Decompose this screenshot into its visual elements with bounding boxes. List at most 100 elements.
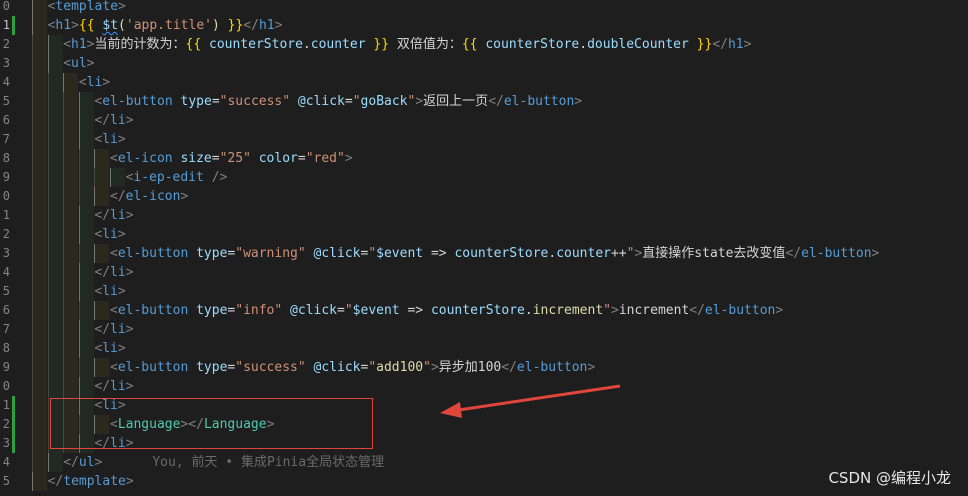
code-token: < <box>63 37 72 52</box>
code-line[interactable]: 1 <h1>{{ $t('app.title') }}</h1> <box>0 16 968 35</box>
code-token: => <box>399 303 431 318</box>
code-token: 'app.title' <box>125 18 212 33</box>
code-token: }} <box>688 37 713 52</box>
indent-rainbow <box>94 187 110 206</box>
code-token: > <box>574 94 583 109</box>
indent-rainbow <box>32 149 47 168</box>
code-line[interactable]: 2 <li> <box>0 225 968 244</box>
code-token: </ <box>110 189 126 204</box>
line-number: 0 <box>2 0 10 13</box>
code-token: template <box>63 474 126 489</box>
code-token: size <box>180 151 212 166</box>
code-token: type <box>196 246 228 261</box>
code-token: " <box>368 360 377 375</box>
code-line[interactable]: 9 <i-ep-edit /> <box>0 168 968 187</box>
indent-rainbow <box>63 263 79 282</box>
highlight-box <box>50 398 373 449</box>
code-token: type <box>196 303 228 318</box>
code-token: > <box>610 303 619 318</box>
code-token: "warning" <box>235 246 306 261</box>
code-line[interactable]: 3 <ul> <box>0 54 968 73</box>
line-number: 0 <box>2 189 10 203</box>
code-token: . <box>302 37 311 52</box>
code-line[interactable]: 2 <h1>当前的计数为：{{ counterStore.counter }} 双… <box>0 35 968 54</box>
indent-rainbow <box>32 434 47 453</box>
code-line[interactable]: 6 <el-button type="info" @click="$event =… <box>0 301 968 320</box>
code-text: <li> <box>94 339 125 358</box>
indent-rainbow <box>78 92 94 111</box>
code-token: </ <box>488 94 504 109</box>
code-line[interactable]: 4 <li> <box>0 73 968 92</box>
code-line[interactable]: 4 </li> <box>0 263 968 282</box>
code-line[interactable]: 0 </el-icon> <box>0 187 968 206</box>
code-token: > <box>587 360 596 375</box>
line-number: 1 <box>2 208 10 222</box>
code-token: h1 <box>55 18 72 33</box>
git-change-marker <box>12 415 15 434</box>
indent-rainbow <box>32 0 47 16</box>
code-line[interactable]: 1 </li> <box>0 206 968 225</box>
code-line[interactable]: 5 <li> <box>0 282 968 301</box>
code-token: > <box>94 455 103 470</box>
code-line[interactable]: 7 </li> <box>0 320 968 339</box>
indent-rainbow <box>32 111 47 130</box>
indent-rainbow <box>63 244 79 263</box>
code-token: template <box>55 0 119 14</box>
code-token: el-button <box>117 303 189 318</box>
code-line[interactable]: 8 <li> <box>0 339 968 358</box>
code-token: </ <box>689 303 705 318</box>
code-line[interactable]: 5 <el-button type="success" @click="goBac… <box>0 92 968 111</box>
git-blame-annotation: You, 前天 • 集成Pinia全局状态管理 <box>152 455 385 470</box>
code-token: ) <box>211 18 220 33</box>
code-token: ( <box>118 18 126 33</box>
indent-rainbow <box>63 301 79 320</box>
code-token: el-button <box>704 303 776 318</box>
line-number: 5 <box>2 284 10 298</box>
code-text: <li> <box>94 225 125 244</box>
indent-rainbow <box>47 206 63 225</box>
indent-rainbow <box>32 320 47 339</box>
code-text: <li> <box>79 73 110 92</box>
code-token: > <box>117 284 126 299</box>
indent-rainbow <box>94 168 110 187</box>
indent-rainbow <box>32 377 47 396</box>
code-token: li <box>110 208 126 223</box>
indent-rainbow <box>32 92 47 111</box>
code-token: i-ep-edit <box>133 170 204 185</box>
code-token: > <box>125 265 134 280</box>
line-number: 1 <box>2 398 10 412</box>
code-token: ul <box>71 56 87 71</box>
code-token: = <box>297 151 306 166</box>
code-token: {{ <box>185 37 209 52</box>
code-text: </li> <box>94 111 133 130</box>
code-token: $t <box>102 18 119 33</box>
code-token: " <box>603 303 611 318</box>
code-token: "red" <box>305 151 345 166</box>
indent-rainbow <box>47 187 63 206</box>
code-token: increment <box>532 303 604 318</box>
code-text: <h1>当前的计数为：{{ counterStore.counter }} 双倍… <box>63 35 751 54</box>
indent-rainbow <box>32 453 47 472</box>
code-line[interactable]: 3 <el-button type="warning" @click="$even… <box>0 244 968 263</box>
code-line[interactable]: 9 <el-button type="success" @click="add10… <box>0 358 968 377</box>
indent-rainbow <box>78 358 94 377</box>
code-line[interactable]: 5 </template> <box>0 472 968 491</box>
line-number: 9 <box>2 170 10 184</box>
code-text: </li> <box>94 263 133 282</box>
code-token: > <box>117 227 126 242</box>
indent-rainbow <box>78 377 94 396</box>
code-token: </ <box>501 360 517 375</box>
code-line[interactable]: 8 <el-icon size="25" color="red"> <box>0 149 968 168</box>
code-token: el-icon <box>117 151 173 166</box>
indent-rainbow <box>47 282 63 301</box>
code-line[interactable]: 7 <li> <box>0 130 968 149</box>
code-line[interactable]: 0 <template> <box>0 0 968 16</box>
code-line[interactable]: 4 </ul> You, 前天 • 集成Pinia全局状态管理 <box>0 453 968 472</box>
indent-rainbow <box>78 206 94 225</box>
line-number: 4 <box>2 75 10 89</box>
code-token: > <box>871 246 880 261</box>
code-line[interactable]: 6 </li> <box>0 111 968 130</box>
indent-rainbow <box>63 358 79 377</box>
